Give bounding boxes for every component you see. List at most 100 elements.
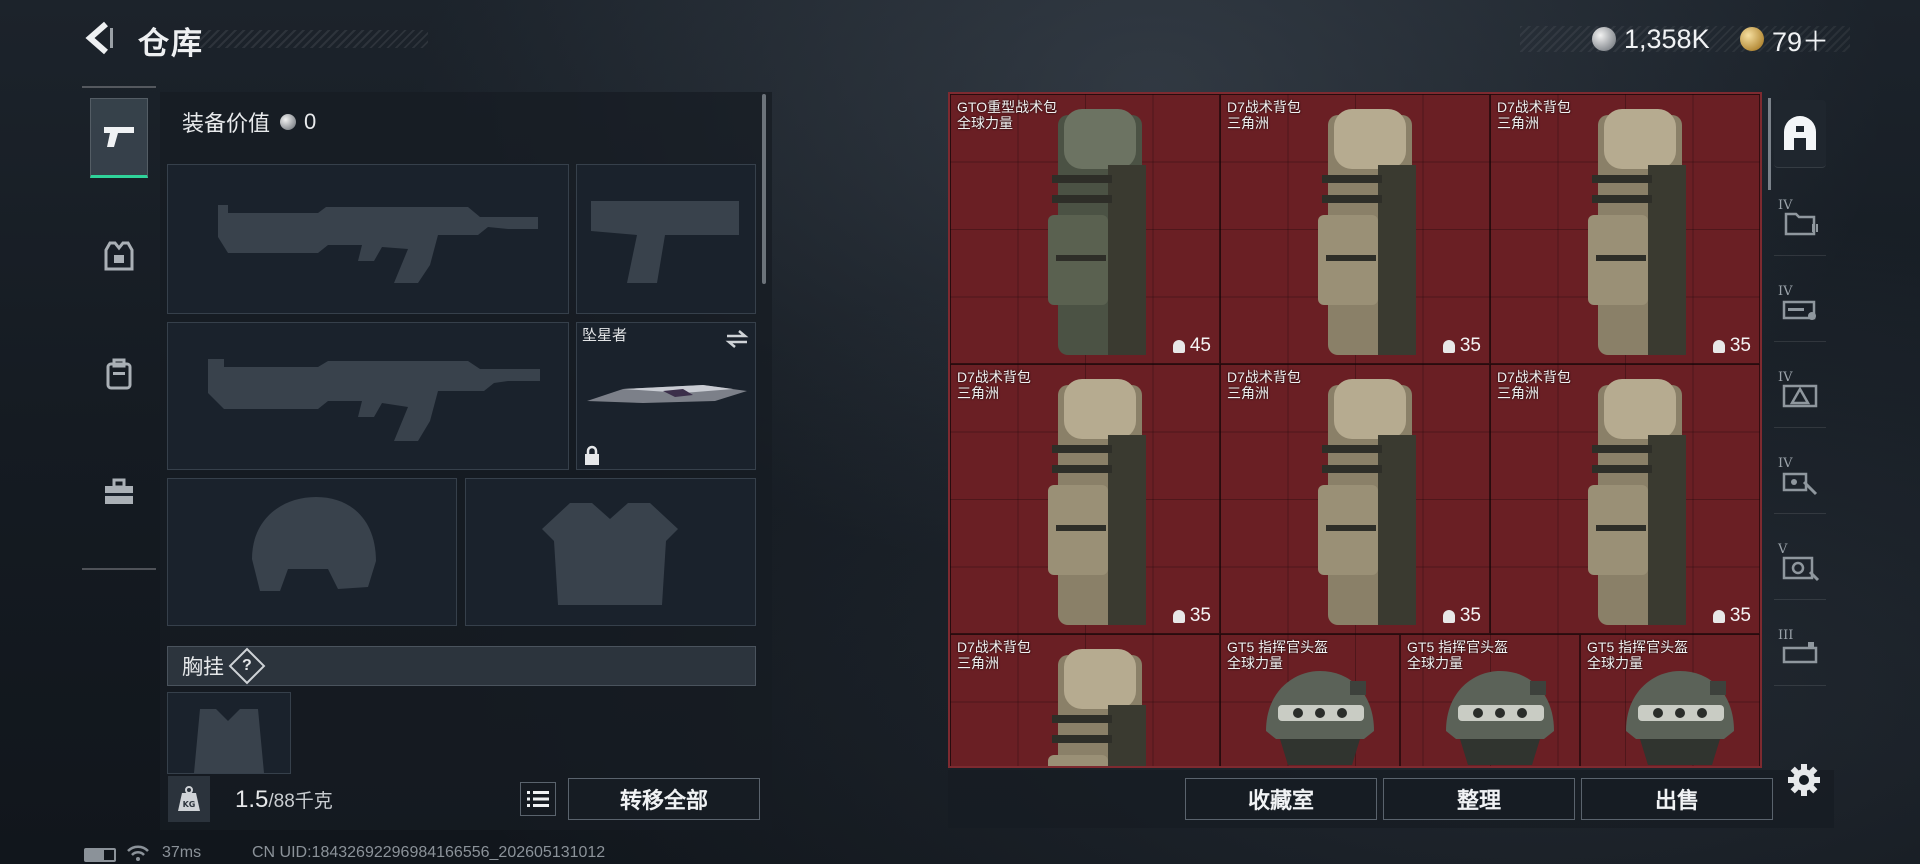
filter-hazard[interactable]: IV	[1774, 360, 1826, 428]
collection-room-button[interactable]: 收藏室	[1185, 778, 1377, 820]
body-armor-slot[interactable]	[465, 478, 756, 626]
stash-grid-panel[interactable]: GTO重型战术包 全球力量 45 D7战术背包 三角洲 35 D7战术背包 三角洲 35 D7战术…	[948, 92, 1762, 768]
item-origin: 全球力量	[1407, 655, 1463, 671]
karambit-knife-icon	[587, 385, 747, 403]
backpack-icon	[1048, 649, 1146, 766]
item-origin: 三角洲	[1227, 115, 1269, 131]
stash-item-backpack[interactable]: D7战术背包 三角洲	[950, 634, 1220, 766]
stash-item-helmet[interactable]: GT5 指挥官头盔 全球力量	[1400, 634, 1580, 766]
pistol-icon	[104, 127, 134, 147]
rifle-silhouette-icon	[208, 359, 540, 441]
sidearm-slot[interactable]	[576, 164, 756, 314]
user-uid: CN UID:18432692296984166556_202605131012	[252, 844, 606, 861]
weight-kg-icon: KG	[178, 786, 200, 811]
item-name: D7战术背包 三角洲	[1497, 99, 1571, 131]
melee-weapon-name: 坠星者	[582, 327, 628, 344]
help-icon[interactable]: ?	[228, 647, 266, 685]
filter-crates[interactable]: III	[1774, 618, 1826, 686]
backpack-icon	[1318, 109, 1416, 355]
stash-item-backpack[interactable]: D7战术背包 三角洲 35	[950, 364, 1220, 634]
item-title: D7战术背包	[1497, 99, 1571, 115]
item-name: GTO重型战术包 全球力量	[957, 99, 1057, 131]
filter-medical[interactable]: IV	[1774, 446, 1826, 514]
equipment-value: 装备价值 0	[182, 106, 316, 138]
primary-weapon-slot[interactable]	[167, 164, 569, 314]
item-title: D7战术背包	[1497, 369, 1571, 385]
category-rail	[82, 86, 156, 570]
capacity-icon	[1442, 609, 1455, 623]
stash-item-backpack[interactable]: D7战术背包 三角洲 35	[1490, 94, 1760, 364]
filter-keys[interactable]: IV	[1774, 274, 1826, 342]
item-name: D7战术背包 三角洲	[957, 369, 1031, 401]
tier-label: V	[1778, 542, 1788, 557]
item-origin: 三角洲	[1497, 385, 1539, 401]
item-name: D7战术背包 三角洲	[1497, 369, 1571, 401]
capacity-badge: 35	[1442, 605, 1481, 627]
stash-item-helmet[interactable]: GT5 指挥官头盔 全球力量	[1580, 634, 1760, 766]
tab-tools[interactable]	[90, 452, 148, 532]
gold-amount: 79＋	[1772, 26, 1830, 57]
list-icon	[527, 791, 549, 807]
secondary-weapon-slot[interactable]	[167, 322, 569, 470]
backpack-icon	[1048, 379, 1146, 625]
item-origin: 全球力量	[957, 115, 1013, 131]
stash-item-heavy-backpack[interactable]: GTO重型战术包 全球力量 45	[950, 94, 1220, 364]
gear-icon	[1788, 764, 1820, 796]
tier-label: IV	[1778, 456, 1793, 471]
backpack-icon	[1588, 109, 1686, 355]
back-button[interactable]	[82, 20, 116, 56]
tab-armor[interactable]	[90, 216, 148, 296]
svg-text:KG: KG	[183, 800, 196, 809]
loadout-scrollbar[interactable]	[762, 94, 766, 284]
page-title: 仓库	[138, 26, 204, 61]
weight-current: 1.5	[235, 786, 269, 813]
stash-item-helmet[interactable]: GT5 指挥官头盔 全球力量	[1220, 634, 1400, 766]
gold-currency[interactable]: 79＋	[1740, 22, 1830, 57]
silver-coin-icon	[1592, 27, 1616, 51]
stash-item-backpack[interactable]: D7战术背包 三角洲 35	[1220, 364, 1490, 634]
capacity-icon	[1172, 609, 1185, 623]
item-origin: 三角洲	[1497, 115, 1539, 131]
battery-icon	[84, 848, 116, 862]
filter-all[interactable]	[1774, 100, 1826, 168]
filter-documents[interactable]: IV	[1774, 188, 1826, 256]
item-name: D7战术背包 三角洲	[1227, 369, 1301, 401]
capacity-value: 35	[1459, 335, 1481, 356]
sell-button[interactable]: 出售	[1581, 778, 1773, 820]
lock-icon	[585, 445, 599, 465]
helmet-icon	[1446, 671, 1554, 765]
helmet-icon	[1626, 671, 1734, 765]
tab-weapons[interactable]	[90, 98, 148, 178]
capacity-badge: 35	[1712, 335, 1751, 357]
item-origin: 全球力量	[1227, 655, 1283, 671]
silver-currency: 1,358K	[1592, 22, 1710, 56]
tier-label: III	[1778, 628, 1794, 643]
weight-max: /88千克	[268, 791, 333, 812]
capacity-value: 45	[1189, 335, 1211, 356]
stash-item-backpack[interactable]: D7战术背包 三角洲 35	[1490, 364, 1760, 634]
stash-filter-rail: IV IV IV IV V III	[1766, 92, 1834, 772]
stash-item-backpack[interactable]: D7战术背包 三角洲 35	[1220, 94, 1490, 364]
settings-button[interactable]	[1786, 762, 1822, 798]
backpack-icon	[106, 358, 132, 390]
pistol-silhouette-icon	[591, 201, 739, 283]
filter-ammo[interactable]: V	[1774, 532, 1826, 600]
organize-button[interactable]: 整理	[1383, 778, 1575, 820]
chest-rig-label: 胸挂	[182, 656, 224, 679]
list-view-button[interactable]	[520, 782, 556, 816]
capacity-icon	[1172, 339, 1185, 353]
item-origin: 三角洲	[957, 655, 999, 671]
item-title: D7战术背包	[1227, 369, 1301, 385]
item-name: D7战术背包 三角洲	[957, 639, 1031, 671]
item-title: D7战术背包	[957, 639, 1031, 655]
ping-value: 37ms	[162, 844, 202, 861]
chest-rig-slot[interactable]	[167, 692, 291, 774]
toolbox-icon	[105, 478, 133, 504]
item-title: D7战术背包	[957, 369, 1031, 385]
chest-rig-silhouette-icon	[194, 709, 264, 773]
equipment-value-amount: 0	[304, 109, 317, 134]
tab-backpacks[interactable]	[90, 334, 148, 414]
helmet-slot[interactable]	[167, 478, 457, 626]
transfer-all-button[interactable]: 转移全部	[568, 778, 760, 820]
capacity-badge: 35	[1172, 605, 1211, 627]
